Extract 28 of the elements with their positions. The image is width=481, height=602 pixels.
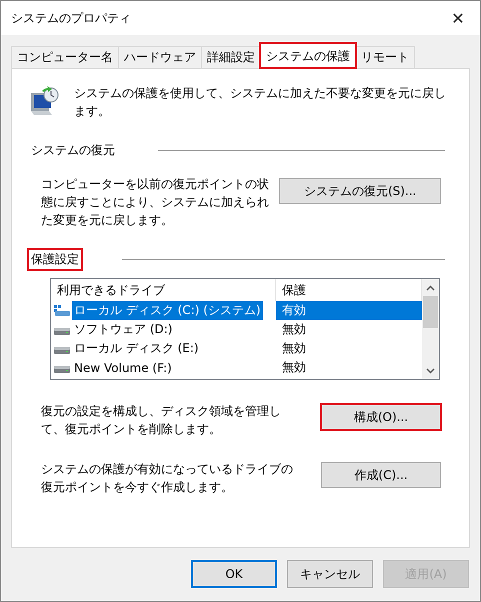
computer-restore-icon [28,85,60,117]
create-button[interactable]: 作成(C)... [321,462,441,488]
restore-button[interactable]: システムの復元(S)... [279,178,441,204]
tab[interactable]: リモート [355,46,415,68]
drive-name[interactable]: ソフトウェア (D:) [72,320,174,339]
scroll-thumb[interactable] [423,296,438,328]
description-text: 復元の設定を構成し、ディスク領域を管理して、復元ポイントを削除します。 [41,403,282,438]
description-text: システムの保護が有効になっているドライブの復元ポイントを今すぐ作成します。 [41,461,294,496]
system-drive-icon [54,304,70,316]
close-button[interactable]: ✕ [436,1,480,35]
protection-status: 無効 [281,359,307,376]
ok-button[interactable]: OK [191,560,277,588]
section-heading: 保護設定 [28,249,82,270]
drive-name[interactable]: New Volume (F:) [72,360,174,376]
configure-button[interactable]: 構成(O)... [321,404,441,430]
tab[interactable]: システムの保護 [260,43,356,68]
intro-text: システムの保護を使用して、システムに加えた不要な変更を元に戻します。 [74,85,447,120]
drive-name[interactable]: ローカル ディスク (C:) (システム) [72,301,263,320]
protection-status: 無効 [281,321,307,338]
cancel-button[interactable]: キャンセル [287,560,373,588]
scrollbar[interactable] [422,279,439,379]
window-title: システムのプロパティ [11,10,131,26]
protection-status: 無効 [281,340,307,357]
section-heading: システムの復元 [30,142,116,159]
protection-status: 有効 [276,301,422,320]
tab[interactable]: コンピューター名 [11,46,119,68]
description-text: コンピューターを以前の復元ポイントの状態に戻すことにより、システムに加えられた変更を元に戻します。 [41,176,270,229]
drive-name[interactable]: ローカル ディスク (E:) [72,339,201,358]
